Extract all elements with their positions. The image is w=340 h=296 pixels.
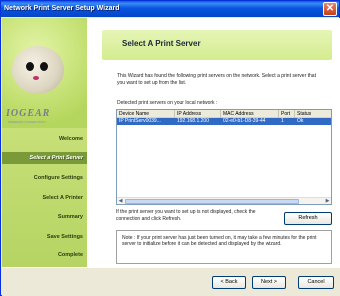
bunny-mascot-icon: [12, 46, 64, 94]
column-device-name[interactable]: Device Name: [117, 110, 175, 118]
page-description: This Wizard has found the following prin…: [117, 73, 316, 86]
next-button[interactable]: Next >: [252, 276, 286, 289]
brand-logo: IOGEAR: [6, 108, 51, 119]
refresh-button[interactable]: Refresh: [284, 212, 332, 225]
step-select-printer: Select A Printer: [42, 195, 83, 201]
title-bar: Network Print Server Setup Wizard ✕: [1, 1, 339, 17]
cell-port: 1: [281, 118, 284, 124]
step-welcome: Welcome: [58, 136, 83, 142]
column-status[interactable]: Status: [295, 110, 331, 118]
column-port[interactable]: Port: [279, 110, 295, 118]
page-title: Select A Print Server: [122, 39, 201, 48]
close-icon[interactable]: ✕: [323, 2, 337, 16]
step-summary: Summary: [57, 214, 83, 220]
step-complete: Complete: [57, 252, 83, 258]
wizard-footer: < Back Next > Cancel: [2, 267, 340, 296]
note-box: Note : If your print server has just bee…: [116, 230, 332, 264]
cell-ip-address: 192.168.1.200: [177, 118, 209, 124]
refresh-instructions: If the print server you want to set up i…: [116, 209, 256, 222]
horizontal-scrollbar[interactable]: ◀ ▶: [117, 197, 331, 204]
brand-tagline: WIRELESS CONNECTIVITY: [8, 120, 47, 124]
scrollbar-thumb[interactable]: [125, 199, 299, 204]
step-select-print-server: Select a Print Server: [2, 152, 87, 164]
cancel-button[interactable]: Cancel: [298, 276, 334, 289]
wizard-window: Network Print Server Setup Wizard ✕ IOGE…: [0, 0, 340, 296]
print-server-list[interactable]: Device Name IP Address MAC Address Port …: [116, 109, 332, 205]
step-configure-settings: Configure Settings: [33, 175, 83, 181]
table-row[interactable]: IP PrintServ0039... 192.168.1.200 02-e0-…: [117, 118, 331, 125]
step-list: Welcome Select a Print Server Configure …: [2, 128, 87, 267]
scroll-left-icon[interactable]: ◀: [117, 198, 124, 205]
sidebar-banner: IOGEAR WIRELESS CONNECTIVITY: [2, 18, 87, 128]
step-save-settings: Save Settings: [46, 234, 83, 240]
list-label: Detected print servers on your local net…: [117, 100, 218, 106]
wizard-sidebar: IOGEAR WIRELESS CONNECTIVITY Welcome Sel…: [2, 18, 87, 267]
cell-mac-address: 02-e0-b1-D8-39-44: [223, 118, 266, 124]
scroll-right-icon[interactable]: ▶: [324, 198, 331, 205]
back-button[interactable]: < Back: [212, 276, 246, 289]
list-header: Device Name IP Address MAC Address Port …: [117, 110, 331, 118]
column-ip-address[interactable]: IP Address: [175, 110, 221, 118]
window-title: Network Print Server Setup Wizard: [4, 5, 120, 12]
column-mac-address[interactable]: MAC Address: [221, 110, 279, 118]
cell-status: Ok: [297, 118, 304, 124]
page-header: Select A Print Server: [102, 30, 332, 60]
cell-device-name: IP PrintServ0039...: [119, 118, 161, 124]
wizard-content: Select A Print Server This Wizard has fo…: [87, 18, 340, 267]
